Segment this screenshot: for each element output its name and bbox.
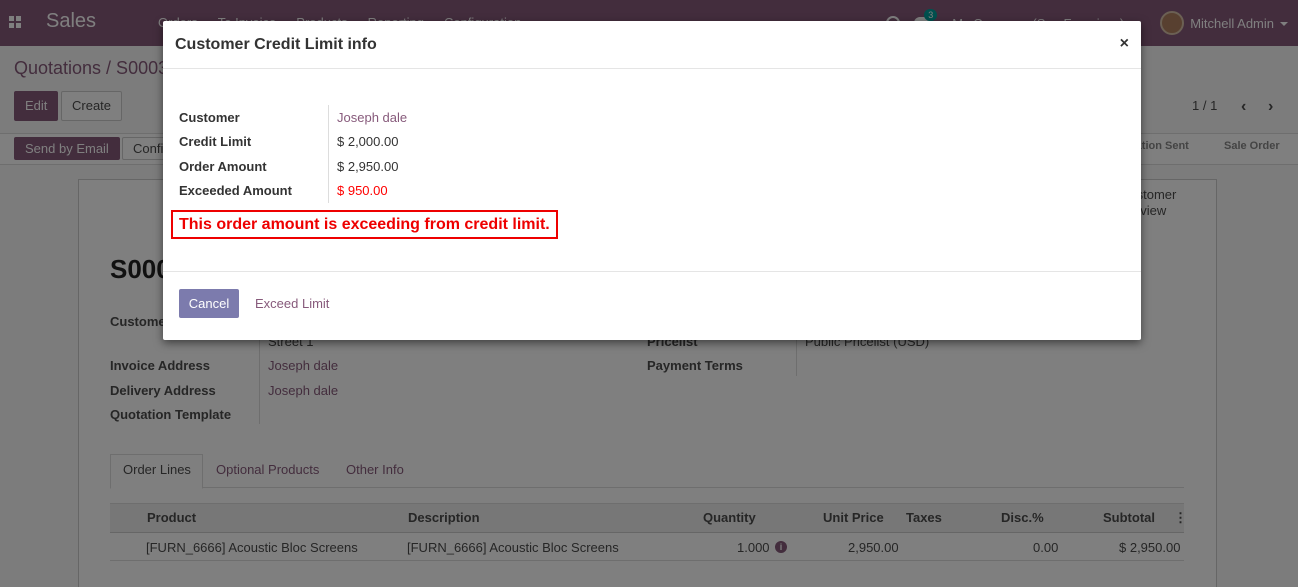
exceeded-amount-label: Exceeded Amount bbox=[179, 183, 292, 198]
credit-limit-value: $ 2,000.00 bbox=[337, 134, 399, 149]
exceeded-amount-value: $ 950.00 bbox=[337, 183, 388, 198]
cancel-button[interactable]: Cancel bbox=[179, 289, 239, 318]
dialog-header: Customer Credit Limit info × bbox=[163, 21, 1141, 69]
order-amount-value: $ 2,950.00 bbox=[337, 159, 399, 174]
customer-link[interactable]: Joseph dale bbox=[337, 110, 407, 125]
customer-label: Customer bbox=[179, 110, 240, 125]
credit-limit-label: Credit Limit bbox=[179, 134, 252, 149]
credit-limit-dialog: Customer Credit Limit info × Customer Jo… bbox=[163, 21, 1141, 340]
order-amount-label: Order Amount bbox=[179, 159, 267, 174]
credit-limit-warning: This order amount is exceeding from cred… bbox=[171, 210, 558, 239]
close-icon[interactable]: × bbox=[1120, 35, 1129, 53]
field-divider bbox=[328, 105, 329, 203]
dialog-title: Customer Credit Limit info bbox=[175, 36, 377, 53]
exceed-limit-button[interactable]: Exceed Limit bbox=[255, 296, 329, 311]
